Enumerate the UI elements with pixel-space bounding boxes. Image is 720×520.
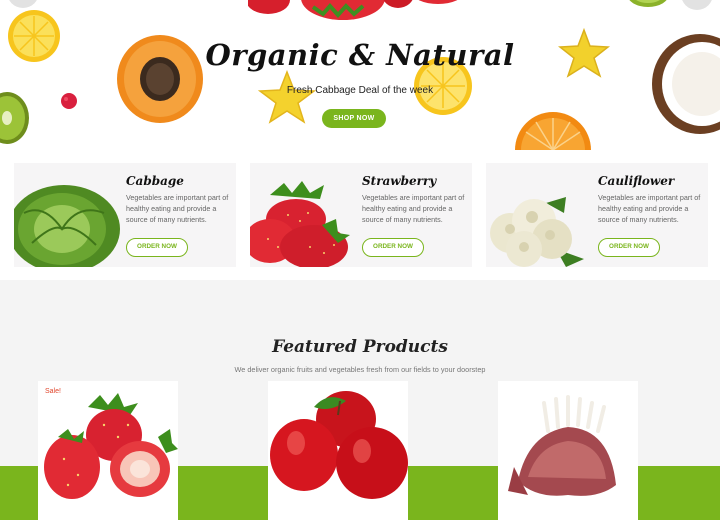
lamb-rack-image	[508, 395, 616, 496]
card-description: Vegetables are important part of healthy…	[598, 193, 701, 224]
section-title: Featured Products	[272, 337, 448, 357]
product-card[interactable]	[268, 381, 408, 520]
hero-title: Organic & Natural	[205, 38, 515, 72]
hero-subtitle: Fresh Cabbage Deal of the week	[286, 85, 434, 96]
strawberry-image	[250, 181, 350, 267]
card-title: Strawberry	[362, 174, 437, 188]
shop-now-button[interactable]: SHOP NOW	[322, 109, 386, 128]
cauliflower-image	[490, 197, 584, 267]
strawberries-top-icon	[248, 0, 458, 20]
carousel-arrow-icon[interactable]	[6, 0, 40, 10]
featured-products-section: Featured Products We deliver organic fru…	[0, 280, 720, 520]
carousel-arrow-icon[interactable]	[680, 0, 714, 12]
card-title: Cabbage	[126, 174, 184, 188]
order-now-button[interactable]: ORDER NOW	[126, 238, 188, 257]
category-card-strawberry: Strawberry Vegetables are important part…	[250, 163, 472, 267]
hero-banner: Organic & Natural Fresh Cabbage Deal of …	[0, 0, 720, 150]
order-now-button[interactable]: ORDER NOW	[598, 238, 660, 257]
card-description: Vegetables are important part of healthy…	[126, 193, 229, 224]
category-card-cauliflower: Cauliflower Vegetables are important par…	[486, 163, 708, 267]
cabbage-image	[14, 185, 120, 267]
card-description: Vegetables are important part of healthy…	[362, 193, 465, 224]
strawberries-image	[44, 393, 178, 499]
card-title: Cauliflower	[598, 174, 675, 188]
category-cards: Cabbage Vegetables are important part of…	[0, 150, 720, 280]
kiwi-slice-icon	[0, 92, 29, 144]
kiwi-slice-icon	[629, 0, 667, 7]
product-card[interactable]	[498, 381, 638, 520]
section-subtitle: We deliver organic fruits and vegetables…	[234, 365, 486, 374]
red-apples-image	[270, 391, 408, 499]
starfruit-icon	[258, 70, 316, 124]
orange-slice-icon	[515, 112, 591, 150]
category-card-cabbage: Cabbage Vegetables are important part of…	[14, 163, 236, 267]
product-card[interactable]: Sale!	[38, 381, 178, 520]
order-now-button[interactable]: ORDER NOW	[362, 238, 424, 257]
